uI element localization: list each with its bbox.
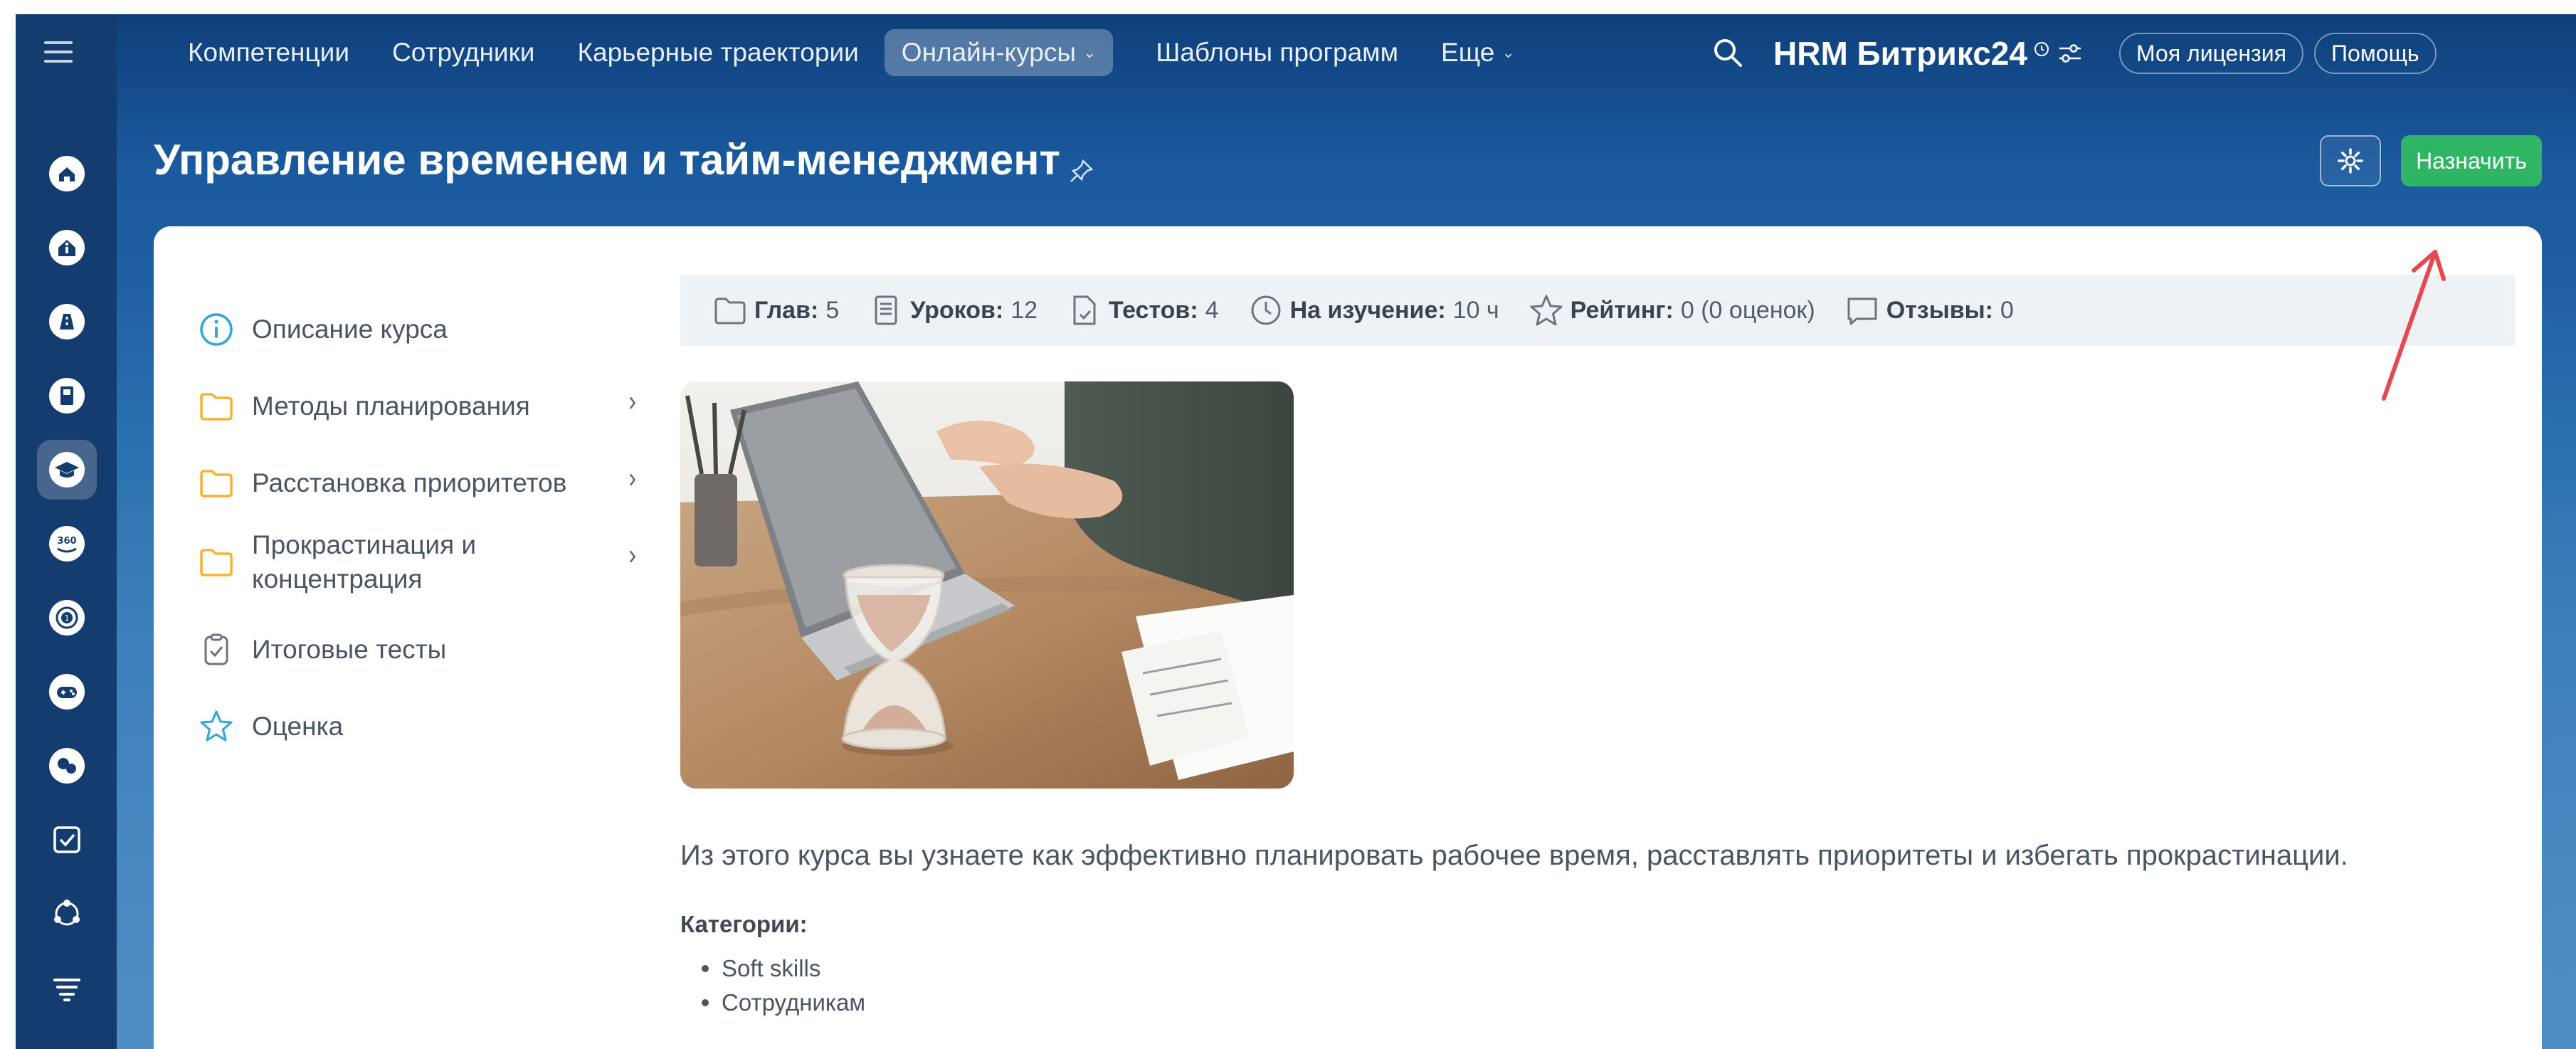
nav-online-courses[interactable]: Онлайн-курсы ⌄ — [884, 29, 1114, 76]
comment-icon — [1847, 297, 1877, 325]
info-house-icon[interactable] — [37, 218, 97, 278]
pin-icon[interactable] — [1067, 157, 1096, 185]
nav-label: Шаблоны программ — [1156, 38, 1399, 67]
folder-icon — [200, 549, 233, 576]
stat-lessons: Уроков: 12 — [869, 293, 1038, 327]
career-road-icon[interactable] — [37, 292, 97, 352]
menu-item-planning-methods[interactable]: Методы планирования — [198, 381, 622, 431]
menu-label: Описание курса — [252, 314, 448, 344]
gamepad-icon[interactable] — [37, 662, 97, 722]
clipboard-check-icon — [204, 633, 228, 665]
annotation-arrow-icon — [2382, 250, 2446, 401]
settings-button[interactable] — [2320, 135, 2381, 186]
nav-career-paths[interactable]: Карьерные траектории — [577, 38, 858, 68]
stat-reviews: Отзывы: 0 — [1845, 293, 2014, 327]
stat-rating: Рейтинг: 0 (0 оценок) — [1529, 293, 1815, 327]
stat-value: 0 — [2000, 296, 2014, 324]
stat-value: 10 ч — [1452, 296, 1499, 324]
menu-label: Методы планирования — [252, 391, 530, 421]
menu-burger-icon[interactable] — [44, 41, 73, 63]
folder-outline-icon — [714, 297, 746, 325]
course-card: Описание курса Методы планирования › Рас… — [154, 226, 2542, 1049]
menu-item-procrastination[interactable]: Прокрастинация и концентрация — [198, 528, 508, 596]
stat-label: Тестов: — [1109, 296, 1198, 324]
svg-text:1: 1 — [65, 613, 70, 623]
app-window: 360 1 Компетенции Сотрудники Карьерные т… — [16, 14, 2576, 1049]
network-nodes-icon[interactable] — [37, 884, 97, 944]
home-icon[interactable] — [37, 144, 97, 204]
nav-competencies[interactable]: Компетенции — [188, 38, 349, 68]
search-icon[interactable] — [1711, 36, 1745, 70]
category-item: Soft skills — [702, 955, 865, 982]
stat-label: Глав: — [754, 296, 819, 324]
stat-tests: Тестов: 4 — [1067, 293, 1219, 327]
stat-label: На изучение: — [1289, 296, 1446, 324]
stat-label: Рейтинг: — [1570, 296, 1674, 324]
stat-value: 0 (0 оценок) — [1680, 296, 1815, 324]
chevron-right-icon[interactable]: › — [628, 539, 636, 571]
chat-bubbles-icon[interactable] — [37, 736, 97, 796]
hourglass-desk-image — [680, 381, 1294, 789]
course-description: Из этого курса вы узнаете как эффективно… — [680, 840, 2348, 871]
course-cover-image — [680, 381, 1294, 789]
chevron-right-icon[interactable]: › — [628, 386, 636, 418]
help-button[interactable]: Помощь — [2314, 33, 2437, 74]
nav-program-templates[interactable]: Шаблоны программ — [1156, 38, 1398, 68]
stack-layers-icon[interactable] — [37, 958, 97, 1018]
course-stats-bar: Глав: 5 Уроков: 12 Тестов: 4 На изучение: 10… — [680, 275, 2515, 346]
assign-button[interactable]: Назначить — [2401, 135, 2542, 186]
nav-label: Компетенции — [188, 38, 350, 67]
brand-logo[interactable]: HRM Битрикс24 — [1773, 34, 2027, 73]
chevron-right-icon[interactable]: › — [628, 463, 636, 495]
stat-value: 5 — [825, 296, 840, 324]
nav-more[interactable]: Еще ⌄ — [1441, 38, 1515, 68]
menu-item-rating[interactable]: Оценка — [198, 702, 622, 752]
svg-text:360: 360 — [57, 536, 76, 547]
nav-employees[interactable]: Сотрудники — [392, 38, 534, 68]
stat-chapters: Глав: 5 — [713, 293, 839, 327]
graduation-cap-icon[interactable] — [37, 440, 97, 500]
stat-value: 12 — [1010, 296, 1038, 324]
stat-label: Отзывы: — [1886, 296, 1993, 324]
target-one-icon[interactable]: 1 — [37, 588, 97, 648]
my-license-button[interactable]: Моя лицензия — [2119, 33, 2303, 74]
feedback-360-icon[interactable]: 360 — [37, 514, 97, 574]
nav-label: Онлайн-курсы — [901, 38, 1076, 67]
stat-study-time: На изучение: 10 ч — [1249, 293, 1499, 327]
test-document-icon — [1073, 295, 1096, 325]
star-icon — [200, 710, 233, 742]
folder-icon — [200, 470, 233, 497]
category-item: Сотрудникам — [702, 989, 865, 1016]
menu-label: Оценка — [252, 711, 344, 741]
menu-label: Прокрастинация и концентрация — [252, 529, 477, 594]
menu-item-description[interactable]: Описание курса — [198, 305, 622, 354]
chevron-down-icon: ⌄ — [1082, 43, 1097, 61]
star-outline-icon — [1530, 295, 1563, 326]
document-icon — [875, 295, 897, 325]
categories-list: Soft skills Сотрудникам — [702, 955, 865, 1023]
chevron-down-icon: ⌄ — [1501, 43, 1515, 61]
stat-value: 4 — [1205, 296, 1219, 324]
page-title: Управление временем и тайм-менеджмент — [154, 136, 1060, 184]
nav-label: Сотрудники — [392, 38, 535, 67]
menu-label: Итоговые тесты — [252, 634, 447, 664]
clock-icon — [1251, 295, 1281, 325]
checkbox-task-icon[interactable] — [37, 810, 97, 870]
stat-label: Уроков: — [910, 296, 1004, 324]
menu-label: Расстановка приоритетов — [252, 468, 567, 497]
nav-label: Карьерные траектории — [577, 38, 859, 67]
categories-label: Категории: — [680, 911, 808, 937]
nav-label: Еще — [1441, 38, 1495, 67]
menu-item-priorities[interactable]: Расстановка приоритетов — [198, 458, 622, 508]
book-icon[interactable] — [37, 366, 97, 426]
menu-item-final-tests[interactable]: Итоговые тесты — [198, 625, 622, 675]
info-icon — [200, 313, 233, 346]
gear-icon — [2338, 148, 2363, 174]
sliders-icon[interactable] — [2058, 43, 2082, 64]
clock-icon — [2034, 42, 2049, 56]
folder-icon — [200, 393, 233, 421]
left-sidebar: 360 1 — [16, 14, 117, 1049]
